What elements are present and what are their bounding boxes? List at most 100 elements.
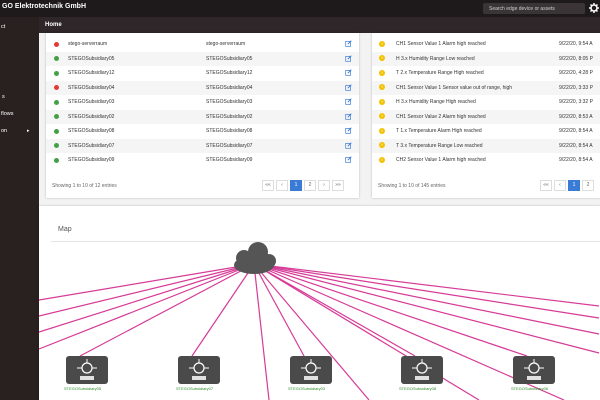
table-row[interactable]: STEGOSubsidiary09 STEGOSubsidiary09 (46, 153, 359, 168)
status-dot (54, 128, 59, 134)
sidebar-item-flows[interactable]: flows (1, 111, 14, 117)
page-button[interactable]: «« (540, 180, 552, 191)
edit-icon[interactable] (345, 127, 352, 134)
device-alias: STEGOSubsidiary07 (206, 142, 253, 149)
node-label: STEGOSubsidiary08 (399, 386, 437, 391)
sidebar-item-product[interactable]: ct (1, 24, 5, 30)
breadcrumb-bar: Home (39, 17, 600, 33)
alarm-time: 9/22/20, 8:53 A (559, 113, 593, 120)
table-row[interactable]: ! T 1.x Temperature Alarm High reached 9/2… (372, 124, 600, 139)
node-label: STEGOSubsidiary07 (176, 386, 214, 391)
table-row[interactable]: ! T 2.x Temperature Range High reached 9/2… (372, 66, 600, 81)
table-row[interactable]: STEGOSubsidiary02 STEGOSubsidiary02 (46, 109, 359, 124)
alarm-message: CH1 Sensor Value 1 Alarm high reached (396, 41, 486, 47)
status-dot (54, 157, 59, 163)
device-alias: STEGOSubsidiary04 (206, 84, 253, 91)
alarm-message: T 1.x Temperature Alarm High reached (396, 128, 482, 134)
table-row[interactable]: STEGOSubsidiary04 STEGOSubsidiary04 (46, 80, 359, 95)
network-link (253, 263, 600, 335)
alarms-pagination: «« ‹ 1 2 (540, 180, 596, 191)
table-row[interactable]: STEGOSubsidiary07 STEGOSubsidiary07 (46, 138, 359, 153)
alarm-message: CH1 Sensor Value 1 Sensor value out of r… (396, 84, 513, 91)
page-button[interactable]: › (318, 180, 330, 191)
page-button[interactable]: ‹ (276, 180, 288, 191)
warning-icon: ! (379, 98, 385, 105)
search-input[interactable]: Search edge device or assets (483, 3, 585, 14)
alarm-time: 9/22/20, 8:54 A (559, 142, 593, 149)
table-row[interactable]: ! CH2 Sensor Value 1 Alarm high reached 9/… (372, 153, 600, 168)
page-button[interactable]: 1 (568, 180, 580, 191)
page-button[interactable]: ‹ (554, 180, 566, 191)
device-name: STEGOSubsidiary09 (68, 157, 115, 163)
device-alias: STEGOSubsidiary05 (206, 55, 253, 62)
device-name: STEGOSubsidiary02 (68, 113, 115, 120)
status-dot (54, 70, 59, 76)
table-row[interactable]: ! CH1 Sensor Value 1 Alarm high reached 9/… (372, 37, 600, 52)
device-name: STEGOSubsidiary04 (68, 84, 115, 91)
alarms-panel: ! CH1 Sensor Value 1 Alarm high reached 9/… (372, 33, 600, 198)
edit-icon[interactable] (345, 156, 352, 163)
edit-icon[interactable] (345, 98, 352, 105)
devices-panel: stego-serverraum stego-serverraum STEGOSub… (46, 33, 359, 198)
alarm-time: 9/22/20, 8:54 A (559, 157, 593, 163)
network-link (79, 263, 255, 357)
edge-device-node[interactable] (66, 356, 108, 384)
status-dot (54, 114, 59, 119)
edit-icon[interactable] (345, 141, 352, 149)
sidebar-item-administration[interactable]: on (1, 128, 7, 134)
breadcrumb-home[interactable]: Home (45, 22, 62, 28)
page-button[interactable]: 2 (582, 180, 594, 191)
gear-icon[interactable] (588, 2, 600, 14)
page-button[interactable]: «« (262, 180, 274, 191)
edge-device-node[interactable] (513, 356, 555, 384)
status-dot (54, 85, 59, 90)
table-row[interactable]: ! T 3.x Temperature Range Low reached 9/22… (372, 138, 600, 153)
table-row[interactable]: stego-serverraum stego-serverraum (46, 37, 359, 52)
warning-icon: ! (379, 156, 385, 163)
edit-icon[interactable] (345, 69, 352, 76)
warning-icon: ! (379, 113, 385, 119)
edit-icon[interactable] (345, 40, 352, 47)
alarm-time: 9/22/20, 9:54 A (559, 41, 593, 47)
devices-pagination: «« ‹ 1 2 ›»» (262, 180, 346, 191)
map-panel: Map STEGOSubsidiary05 STEGOSubsidiary07 ST… (39, 206, 600, 400)
device-name: STEGOSubsidiary08 (68, 128, 115, 134)
table-row[interactable]: STEGOSubsidiary08 STEGOSubsidiary08 (46, 124, 359, 139)
device-alias: STEGOSubsidiary08 (206, 128, 253, 134)
device-name: STEGOSubsidiary12 (68, 70, 115, 76)
table-row[interactable]: ! H 3.x Humidity Range Low reached 9/22/20… (372, 51, 600, 66)
device-name: STEGOSubsidiary03 (68, 99, 115, 105)
network-map[interactable] (39, 206, 600, 400)
page-button[interactable]: 2 (304, 180, 316, 191)
device-name: STEGOSubsidiary05 (68, 55, 115, 62)
edge-device-node[interactable] (401, 356, 443, 384)
page-button[interactable]: »» (332, 180, 344, 191)
table-row[interactable]: ! H 3.x Humidity Range High reached 9/22/2… (372, 95, 600, 110)
table-row[interactable]: ! CH1 Sensor Value 2 Alarm high reached 9/… (372, 109, 600, 124)
warning-icon: ! (379, 55, 385, 61)
status-dot (54, 41, 59, 47)
node-label: STEGOSubsidiary05 (64, 386, 102, 391)
alarm-message: CH2 Sensor Value 1 Alarm high reached (396, 157, 486, 163)
warning-icon: ! (379, 69, 385, 76)
edge-device-node[interactable] (178, 356, 220, 384)
device-alias: stego-serverraum (206, 41, 246, 47)
table-row[interactable]: STEGOSubsidiary05 STEGOSubsidiary05 (46, 51, 359, 66)
chevron-right-icon[interactable]: ▸ (27, 128, 30, 134)
table-row[interactable]: ! CH1 Sensor Value 1 Sensor value out of … (372, 80, 600, 95)
sidebar-item-devices[interactable]: s (2, 94, 5, 100)
table-row[interactable]: STEGOSubsidiary12 STEGOSubsidiary12 (46, 66, 359, 81)
page-button[interactable]: 1 (290, 180, 302, 191)
alarm-message: T 3.x Temperature Range Low reached (396, 142, 483, 149)
table-row[interactable]: STEGOSubsidiary03 STEGOSubsidiary03 (46, 95, 359, 110)
alarm-time: 9/22/20, 3:32 P (559, 99, 593, 105)
edge-device-node[interactable] (290, 356, 332, 384)
network-link (253, 263, 480, 400)
edit-icon[interactable] (345, 54, 352, 62)
edit-icon[interactable] (345, 112, 352, 120)
device-name: STEGOSubsidiary07 (68, 142, 115, 149)
alarm-time: 9/22/20, 4:28 P (559, 70, 593, 76)
node-label: STEGOSubsidiary03 (288, 386, 326, 391)
cloud-icon (234, 242, 276, 274)
edit-icon[interactable] (345, 83, 352, 91)
